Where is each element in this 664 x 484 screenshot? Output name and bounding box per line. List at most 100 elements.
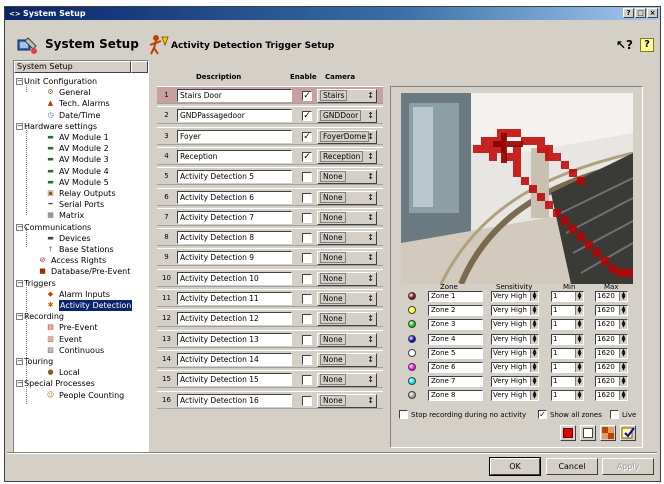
description-field[interactable]: Activity Detection 16 [177,393,292,407]
tree-item-event[interactable]: ▥ Event [44,334,82,345]
title-bar[interactable]: <> System Setup ? □ × [5,7,660,20]
maximize-button[interactable]: □ [635,8,646,18]
tree-item-relay-outputs[interactable]: ▣ Relay Outputs [44,188,115,199]
zone-name-field[interactable]: Zone 1 [428,291,483,302]
trigger-row[interactable]: 5 Activity Detection 5 None ↕ [157,167,383,186]
enable-checkbox[interactable] [302,172,312,183]
apply-button[interactable]: Apply [602,458,654,475]
zone-name-field[interactable]: Zone 7 [428,376,483,388]
camera-select[interactable]: None ↕ [317,292,377,306]
stop-recording-checkbox[interactable] [399,410,408,419]
zone-name-field[interactable]: Zone 5 [428,347,483,359]
max-stepper[interactable]: 1620 ▲ ▼ [595,333,628,345]
trigger-row[interactable]: 4 Reception ✓ Reception ↕ [157,146,383,165]
spin-icon[interactable]: ▲ ▼ [575,348,583,358]
show-all-zones-option[interactable]: ✓ Show all zones [538,410,602,419]
enable-checkbox[interactable]: ✓ [302,111,312,122]
trigger-row[interactable]: 9 Activity Detection 9 None ↕ [157,248,383,267]
min-stepper[interactable]: 1 ▲ ▼ [551,319,584,331]
min-stepper[interactable]: 1 ▲ ▼ [551,347,584,359]
sensitivity-select[interactable]: Very High ▲ ▼ [491,291,539,302]
zone-name-field[interactable]: Zone 3 [428,319,483,331]
spin-icon[interactable]: ▲ ▼ [575,377,583,387]
zone-color-icon[interactable] [408,377,416,386]
trigger-row[interactable]: 3 Foyer ✓ FoyerDome ↕ [157,126,383,145]
spin-icon[interactable]: ▲ ▼ [530,306,538,316]
spin-icon[interactable]: ▲ ▼ [530,391,538,401]
enable-checkbox[interactable] [302,212,312,223]
tree-item-devices[interactable]: ▬ Devices [44,233,90,244]
tree-item-serial-ports[interactable]: ━ Serial Ports [44,199,104,210]
live-checkbox[interactable] [610,410,619,419]
camera-select[interactable]: None ↕ [317,393,377,408]
spin-icon[interactable]: ▲ ▼ [530,334,538,344]
max-stepper[interactable]: 1620 ▲ ▼ [595,390,628,402]
camera-select[interactable]: None ↕ [317,231,377,246]
collapse-icon[interactable]: − [16,358,23,365]
camera-select[interactable]: GNDDoor ↕ [317,109,377,124]
trigger-row[interactable]: 2 GNDPassagedoor ✓ GNDDoor ↕ [157,106,383,125]
whats-this-button[interactable]: ↖? [616,38,633,52]
spin-icon[interactable]: ▲ ▼ [575,306,583,316]
enable-checkbox[interactable]: ✓ [302,131,312,142]
show-all-zones-checkbox[interactable]: ✓ [538,410,547,419]
camera-select[interactable]: None ↕ [317,312,377,327]
spin-icon[interactable]: ▲ ▼ [575,334,583,344]
help-title-button[interactable]: ? [623,8,634,18]
sensitivity-select[interactable]: Very High ▲ ▼ [491,305,539,317]
sensitivity-select[interactable]: Very High ▲ ▼ [491,390,539,402]
zone-color-icon[interactable] [408,363,416,371]
min-stepper[interactable]: 1 ▲ ▼ [551,362,584,373]
tree-item-matrix[interactable]: ▦ Matrix [44,210,84,221]
description-field[interactable]: Activity Detection 15 [177,373,292,387]
zone-color-icon[interactable] [408,292,416,300]
help-button[interactable]: ? [640,38,654,52]
description-field[interactable]: Activity Detection 14 [177,352,292,366]
camera-preview[interactable] [401,93,633,284]
collapse-icon[interactable]: − [16,223,23,231]
enable-checkbox[interactable] [302,192,312,203]
collapse-icon[interactable]: − [16,122,23,130]
max-stepper[interactable]: 1620 ▲ ▼ [595,305,628,317]
enable-checkbox[interactable]: ✓ [302,151,312,162]
spin-icon[interactable]: ▲ ▼ [575,292,583,301]
trigger-row[interactable]: 8 Activity Detection 8 None ↕ [157,228,383,247]
description-field[interactable]: Activity Detection 10 [177,271,292,285]
zone-name-field[interactable]: Zone 2 [428,305,483,317]
collapse-icon[interactable]: − [16,78,23,85]
zone-name-field[interactable]: Zone 8 [428,390,483,402]
clear-zone-button[interactable] [580,425,596,441]
collapse-icon[interactable]: − [16,380,23,388]
trigger-row[interactable]: 7 Activity Detection 7 None ↕ [157,207,383,226]
tree-item-continuous[interactable]: ▧ Continuous [44,345,104,356]
camera-select[interactable]: FoyerDome ↕ [317,129,377,144]
zone-properties-button[interactable] [620,425,636,441]
tree-item-recording[interactable]: − Recording [16,311,64,322]
spin-icon[interactable]: ▲ ▼ [619,292,627,301]
min-stepper[interactable]: 1 ▲ ▼ [551,376,584,388]
cancel-button[interactable]: Cancel [546,458,598,475]
tree-item-av-module-1[interactable]: ▬ AV Module 1 [44,132,109,143]
enable-checkbox[interactable] [302,334,312,345]
enable-checkbox[interactable] [302,314,312,325]
enable-checkbox[interactable] [302,273,312,284]
close-button[interactable]: × [647,8,658,18]
live-option[interactable]: Live [610,410,636,419]
spin-icon[interactable]: ▲ ▼ [575,363,583,372]
description-field[interactable]: Activity Detection 9 [177,251,292,265]
max-stepper[interactable]: 1620 ▲ ▼ [595,291,628,302]
min-stepper[interactable]: 1 ▲ ▼ [551,333,584,345]
camera-select[interactable]: None ↕ [317,251,377,266]
description-field[interactable]: Activity Detection 8 [177,231,292,245]
trigger-row[interactable]: 13 Activity Detection 13 None ↕ [157,329,383,348]
min-stepper[interactable]: 1 ▲ ▼ [551,305,584,317]
trigger-row[interactable]: 11 Activity Detection 11 None ↕ [157,289,383,307]
min-stepper[interactable]: 1 ▲ ▼ [551,390,584,402]
description-field[interactable]: Activity Detection 13 [177,332,292,346]
description-field[interactable]: Activity Detection 11 [177,292,292,305]
description-field[interactable]: Foyer [177,129,292,143]
spin-icon[interactable]: ▲ ▼ [619,377,627,387]
tree-item-touring[interactable]: − Touring [16,356,53,367]
tree-item-triggers[interactable]: − Triggers [16,278,56,289]
sensitivity-select[interactable]: Very High ▲ ▼ [491,347,539,359]
